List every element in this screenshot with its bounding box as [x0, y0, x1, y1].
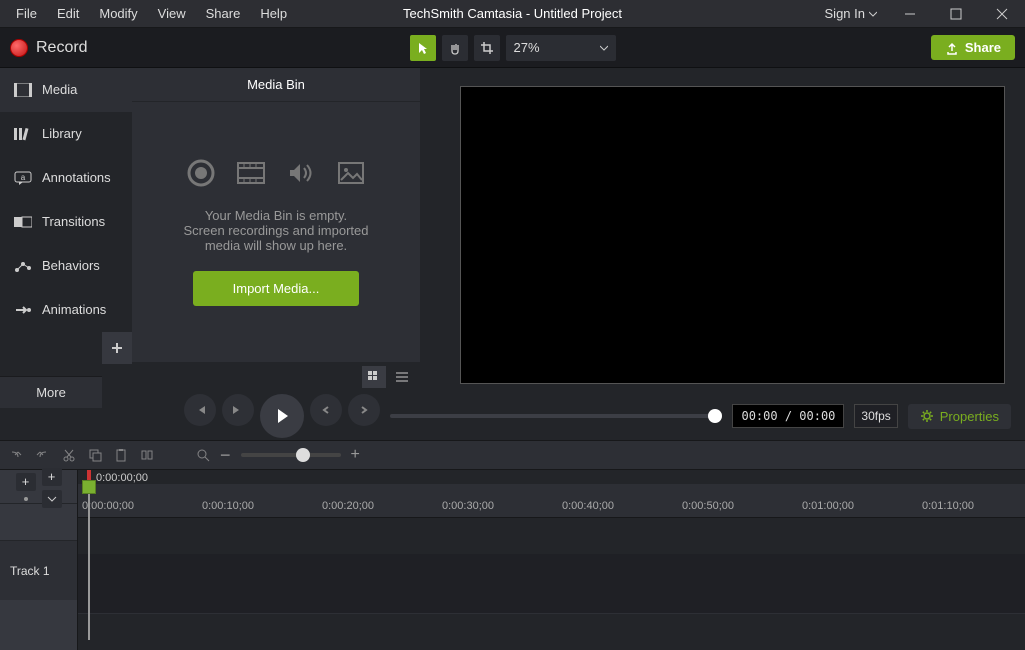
timeline-tools: − +: [0, 440, 1025, 470]
properties-button[interactable]: Properties: [908, 404, 1011, 429]
playback-controls: 00:00 / 00:00 30fps Properties: [0, 392, 1025, 440]
library-icon: [14, 127, 32, 141]
fps-display[interactable]: 30fps: [854, 404, 897, 428]
chevron-down-icon: [600, 44, 608, 52]
redo-button[interactable]: [36, 448, 50, 462]
upload-icon: [945, 41, 959, 55]
menu-help[interactable]: Help: [250, 2, 297, 25]
timeline-zoom-slider[interactable]: [241, 453, 341, 457]
copy-button[interactable]: [88, 448, 102, 462]
titlebar: File Edit Modify View Share Help TechSmi…: [0, 0, 1025, 28]
tab-library[interactable]: Library: [0, 112, 132, 156]
animations-icon: [14, 303, 32, 317]
menu-file[interactable]: File: [6, 2, 47, 25]
tab-annotations[interactable]: a Annotations: [0, 156, 132, 200]
playhead[interactable]: [82, 470, 96, 640]
track-row[interactable]: [78, 554, 1025, 614]
track-options-button[interactable]: [42, 490, 62, 508]
record-icon: [186, 158, 216, 188]
search-icon: [196, 448, 210, 462]
more-button[interactable]: More: [0, 376, 102, 408]
timeline-body[interactable]: 0:00:00;00 0:00:00;00 0:00:10;00 0:00:20…: [78, 470, 1025, 650]
cut-button[interactable]: [62, 448, 76, 462]
close-button[interactable]: [979, 0, 1025, 28]
tab-media[interactable]: Media: [0, 68, 132, 112]
menu-share[interactable]: Share: [196, 2, 251, 25]
transitions-icon: [14, 215, 32, 229]
list-view-button[interactable]: [390, 366, 414, 388]
image-icon: [336, 158, 366, 188]
preview-canvas[interactable]: [460, 86, 1005, 384]
media-bin: Media Bin Your Media Bin is empty. Scree…: [132, 68, 420, 392]
add-button[interactable]: [102, 332, 132, 364]
main-menu: File Edit Modify View Share Help: [0, 2, 297, 25]
record-icon: [10, 39, 28, 57]
time-display: 00:00 / 00:00: [732, 404, 844, 428]
menu-edit[interactable]: Edit: [47, 2, 89, 25]
split-button[interactable]: [140, 448, 154, 462]
add-track-button[interactable]: +: [42, 468, 62, 486]
grid-view-button[interactable]: [362, 366, 386, 388]
pan-tool[interactable]: [442, 35, 468, 61]
media-bin-title: Media Bin: [132, 68, 420, 102]
side-tabs: Media Library a Annotations Transitions …: [0, 68, 132, 392]
next-clip-button[interactable]: [348, 394, 380, 426]
behaviors-icon: [14, 259, 32, 273]
prev-clip-button[interactable]: [310, 394, 342, 426]
scrub-slider[interactable]: [390, 414, 722, 418]
tab-behaviors[interactable]: Behaviors: [0, 244, 132, 288]
menu-modify[interactable]: Modify: [89, 2, 147, 25]
media-icon: [14, 83, 32, 97]
next-frame-button[interactable]: [222, 394, 254, 426]
canvas-area: [420, 68, 1025, 392]
cursor-time: 0:00:00;00: [96, 472, 148, 484]
menu-view[interactable]: View: [148, 2, 196, 25]
track-label[interactable]: Track 1: [0, 540, 77, 600]
empty-message: Your Media Bin is empty. Screen recordin…: [184, 208, 369, 253]
add-marker-button[interactable]: +: [16, 473, 36, 491]
record-button[interactable]: Record: [10, 39, 88, 57]
zoom-in-button[interactable]: +: [351, 446, 360, 464]
chevron-down-icon: [869, 10, 877, 18]
annotations-icon: a: [14, 171, 32, 185]
zoom-out-button[interactable]: −: [220, 445, 231, 466]
tab-animations[interactable]: Animations: [0, 288, 132, 332]
zoom-dropdown[interactable]: 27%: [506, 35, 616, 61]
share-button[interactable]: Share: [931, 35, 1015, 60]
crop-tool[interactable]: [474, 35, 500, 61]
timeline-ruler[interactable]: 0:00:00;00 0:00:10;00 0:00:20;00 0:00:30…: [78, 484, 1025, 518]
prev-frame-button[interactable]: [184, 394, 216, 426]
toolbar: Record 27% Share: [0, 28, 1025, 68]
sign-in-button[interactable]: Sign In: [815, 2, 887, 25]
minimize-button[interactable]: [887, 0, 933, 28]
pointer-tool[interactable]: [410, 35, 436, 61]
gear-icon: [920, 409, 934, 423]
maximize-button[interactable]: [933, 0, 979, 28]
video-icon: [236, 158, 266, 188]
play-button[interactable]: [260, 394, 304, 438]
tab-transitions[interactable]: Transitions: [0, 200, 132, 244]
svg-text:a: a: [21, 173, 26, 182]
audio-icon: [286, 158, 316, 188]
media-type-icons: [186, 158, 366, 188]
undo-button[interactable]: [10, 448, 24, 462]
paste-button[interactable]: [114, 448, 128, 462]
import-media-button[interactable]: Import Media...: [193, 271, 360, 306]
timeline: + + Track 1 0:00:00;00 0:00:00;00 0:00:1…: [0, 470, 1025, 650]
